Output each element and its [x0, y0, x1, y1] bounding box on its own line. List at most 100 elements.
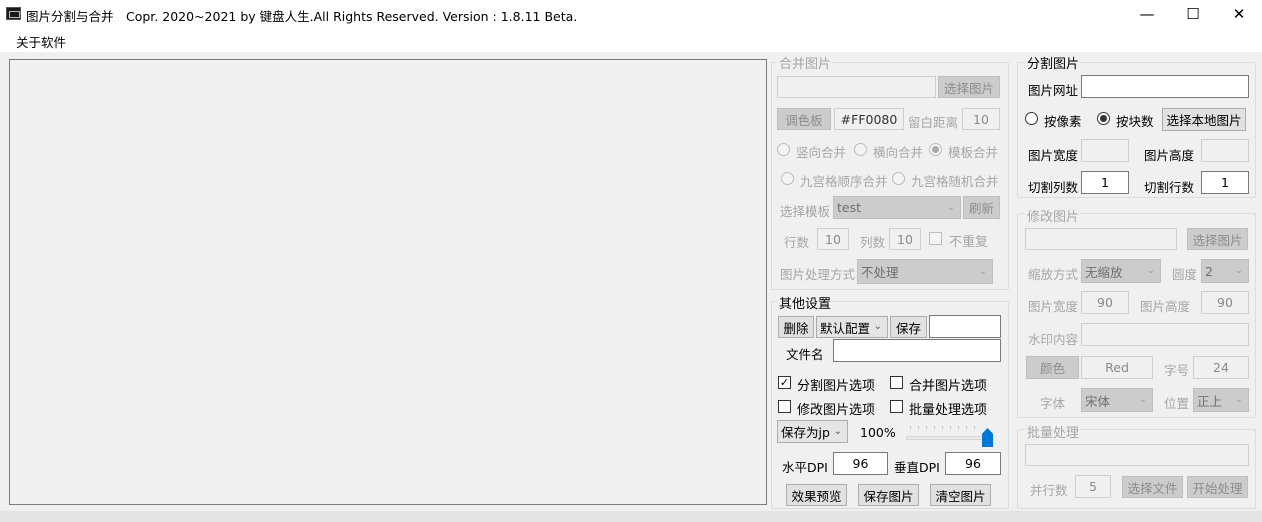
- merge-cols-label: 列数: [860, 235, 886, 250]
- split-height-field[interactable]: [1201, 139, 1249, 162]
- scale-mode-label: 缩放方式: [1028, 267, 1079, 282]
- radio-vertical-merge[interactable]: [777, 143, 790, 156]
- slider-tick: [950, 426, 951, 429]
- delete-config-button[interactable]: 删除: [778, 316, 814, 338]
- split-cols-label: 切割列数: [1028, 180, 1079, 195]
- modify-options-checkbox[interactable]: [778, 400, 791, 413]
- slider-tick: [934, 426, 935, 429]
- merge-rows-label: 行数: [784, 235, 810, 250]
- save-format-value: 保存为jp: [781, 425, 830, 440]
- font-family-select[interactable]: 宋体 ⌄: [1081, 388, 1153, 412]
- font-size-label: 字号: [1164, 363, 1190, 378]
- window-copyright-info: Copr. 2020~2021 by 键盘人生.All Rights Reser…: [126, 9, 578, 24]
- watermark-field[interactable]: [1081, 323, 1249, 346]
- background-color-field[interactable]: #FF0080: [834, 108, 904, 130]
- batch-group-title: 批量处理: [1025, 422, 1082, 441]
- watermark-color-field[interactable]: Red: [1081, 356, 1153, 379]
- config-name-field[interactable]: [929, 315, 1001, 338]
- radio-vertical-merge-label: 竖向合并: [796, 145, 847, 160]
- margin-field[interactable]: 10: [962, 108, 1000, 130]
- vertical-dpi-field[interactable]: 96: [945, 452, 1001, 475]
- refresh-button[interactable]: 刷新: [963, 196, 1000, 219]
- radio-by-block[interactable]: [1097, 112, 1110, 125]
- quality-slider-track[interactable]: [906, 436, 992, 440]
- chevron-down-icon: ⌄: [833, 425, 842, 437]
- split-rows-field[interactable]: 1: [1201, 171, 1249, 194]
- close-button[interactable]: ✕: [1216, 0, 1262, 28]
- clear-image-button[interactable]: 清空图片: [930, 484, 991, 506]
- horizontal-dpi-field[interactable]: 96: [833, 452, 888, 475]
- font-size-field[interactable]: 24: [1193, 356, 1249, 379]
- save-config-button[interactable]: 保存: [890, 316, 927, 338]
- radio-horizontal-merge-label: 横向合并: [873, 145, 924, 160]
- modify-width-field[interactable]: 90: [1081, 291, 1129, 314]
- minimize-icon: —: [1139, 5, 1155, 23]
- threads-label: 并行数: [1030, 483, 1068, 498]
- slider-tick: [974, 426, 975, 429]
- process-method-select[interactable]: 不处理 ⌄: [857, 259, 993, 284]
- select-local-image-button[interactable]: 选择本地图片: [1162, 108, 1246, 131]
- watermark-label: 水印内容: [1028, 332, 1079, 347]
- merge-path-field[interactable]: [777, 76, 936, 98]
- split-options-checkbox[interactable]: ✓: [778, 376, 791, 389]
- modify-width-label: 图片宽度: [1028, 299, 1079, 314]
- merge-options-checkbox[interactable]: [890, 376, 903, 389]
- split-width-field[interactable]: [1081, 139, 1129, 162]
- radio-grid-random-merge[interactable]: [892, 172, 905, 185]
- split-cols-field[interactable]: 1: [1081, 171, 1129, 194]
- split-height-label: 图片高度: [1144, 148, 1195, 163]
- split-group-title: 分割图片: [1025, 53, 1082, 72]
- process-method-value: 不处理: [861, 265, 899, 280]
- maximize-icon: ☐: [1186, 5, 1200, 23]
- palette-button[interactable]: 调色板: [777, 108, 831, 130]
- chevron-down-icon: ⌄: [1146, 265, 1155, 276]
- merge-rows-field[interactable]: 10: [817, 228, 849, 250]
- template-select[interactable]: test ⌄: [833, 196, 961, 219]
- save-format-select[interactable]: 保存为jp ⌄: [777, 420, 848, 443]
- split-rows-label: 切割行数: [1144, 180, 1195, 195]
- font-family-label: 字体: [1040, 396, 1066, 411]
- slider-tick: [910, 426, 911, 429]
- modify-path-field[interactable]: [1025, 228, 1177, 250]
- start-processing-button[interactable]: 开始处理: [1187, 476, 1248, 498]
- radio-horizontal-merge[interactable]: [854, 143, 867, 156]
- filename-field[interactable]: [833, 339, 1001, 362]
- batch-options-checkbox[interactable]: [890, 400, 903, 413]
- corner-radius-select[interactable]: 2 ⌄: [1201, 259, 1249, 283]
- watermark-position-select[interactable]: 正上 ⌄: [1193, 388, 1249, 412]
- modify-height-field[interactable]: 90: [1201, 291, 1249, 314]
- batch-path-field[interactable]: [1025, 444, 1249, 466]
- chevron-down-icon: ⌄: [873, 321, 882, 332]
- margin-label: 留白距离: [908, 115, 959, 130]
- minimize-button[interactable]: —: [1124, 0, 1170, 28]
- merge-cols-field[interactable]: 10: [889, 228, 921, 250]
- radio-template-merge[interactable]: [929, 143, 942, 156]
- config-select[interactable]: 默认配置 ⌄: [816, 316, 888, 338]
- chevron-down-icon: ⌄: [978, 265, 987, 277]
- modify-select-image-button[interactable]: 选择图片: [1187, 228, 1248, 250]
- scale-mode-select[interactable]: 无缩放 ⌄: [1081, 259, 1161, 283]
- template-select-value: test: [837, 200, 862, 215]
- radio-grid-order-label: 九宫格顺序合并: [800, 174, 888, 189]
- maximize-button[interactable]: ☐: [1170, 0, 1216, 28]
- filename-label: 文件名: [786, 347, 824, 362]
- select-files-button[interactable]: 选择文件: [1122, 476, 1183, 498]
- preview-button[interactable]: 效果预览: [786, 484, 847, 506]
- watermark-color-button[interactable]: 颜色: [1026, 356, 1079, 379]
- no-repeat-checkbox[interactable]: [929, 232, 942, 245]
- menu-about[interactable]: 关于软件: [16, 32, 66, 51]
- process-method-label: 图片处理方式: [780, 267, 856, 282]
- merge-select-image-button[interactable]: 选择图片: [938, 76, 1000, 98]
- radio-grid-order-merge[interactable]: [781, 172, 794, 185]
- other-settings-title: 其他设置: [777, 293, 834, 312]
- radio-grid-random-label: 九宫格随机合并: [911, 174, 999, 189]
- slider-tick: [966, 426, 967, 429]
- merge-group-title: 合并图片: [777, 53, 834, 72]
- threads-field[interactable]: 5: [1075, 475, 1111, 498]
- batch-options-label: 批量处理选项: [909, 403, 988, 418]
- image-preview-canvas[interactable]: [9, 59, 767, 505]
- template-label: 选择模板: [780, 204, 831, 219]
- image-url-field[interactable]: [1081, 75, 1249, 98]
- save-image-button[interactable]: 保存图片: [858, 484, 919, 506]
- radio-by-pixel[interactable]: [1025, 112, 1038, 125]
